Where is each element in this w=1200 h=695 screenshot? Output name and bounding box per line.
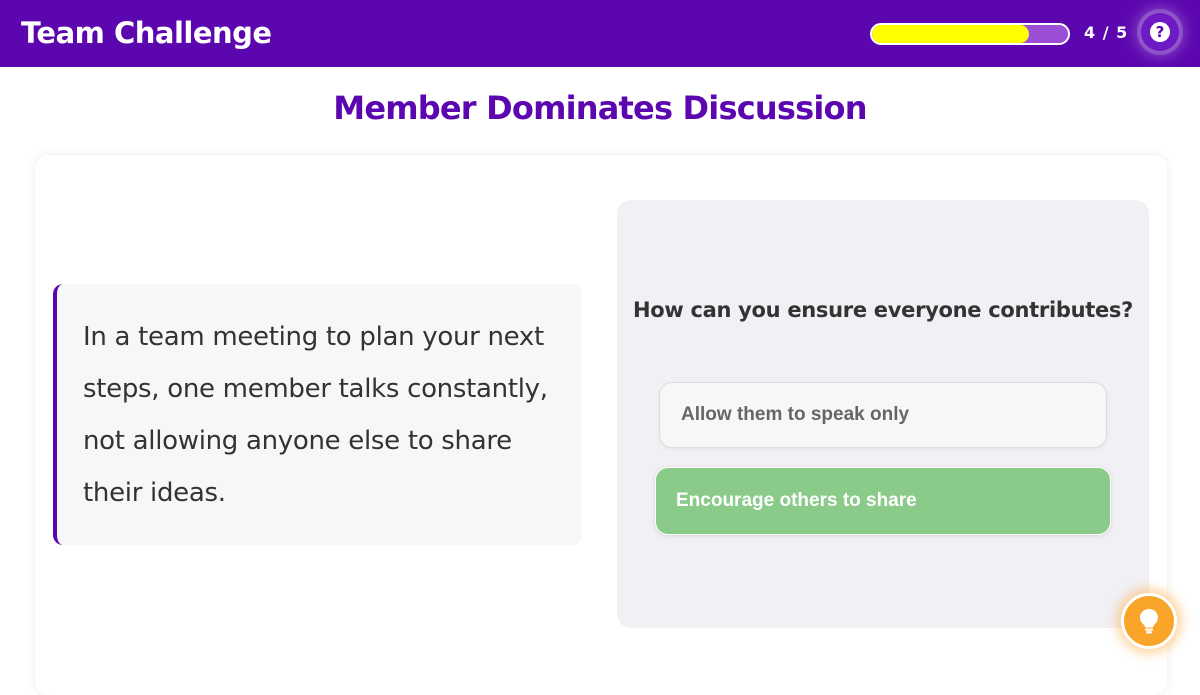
hint-button[interactable] <box>1121 593 1177 649</box>
app-title: Team Challenge <box>21 16 272 50</box>
progress-counter: 4 / 5 <box>1084 23 1129 42</box>
progress-fill <box>872 25 1029 43</box>
help-button[interactable]: ? <box>1141 13 1179 51</box>
question-prompt: How can you ensure everyone contributes? <box>632 298 1134 322</box>
answer-option-label: Encourage others to share <box>676 490 917 511</box>
question-circle-icon: ? <box>1150 22 1170 42</box>
scene-title: Member Dominates Discussion <box>333 89 867 127</box>
progress-bar <box>870 23 1070 45</box>
scenario-text: In a team meeting to plan your next step… <box>83 322 548 508</box>
answer-option-2[interactable]: Encourage others to share <box>655 467 1111 535</box>
answer-option-label: Allow them to speak only <box>681 404 910 425</box>
answer-option-1[interactable]: Allow them to speak only <box>659 382 1107 448</box>
lightbulb-icon <box>1138 608 1160 634</box>
top-bar: Team Challenge 4 / 5 ? <box>0 0 1200 67</box>
scenario-box: In a team meeting to plan your next step… <box>53 284 582 545</box>
